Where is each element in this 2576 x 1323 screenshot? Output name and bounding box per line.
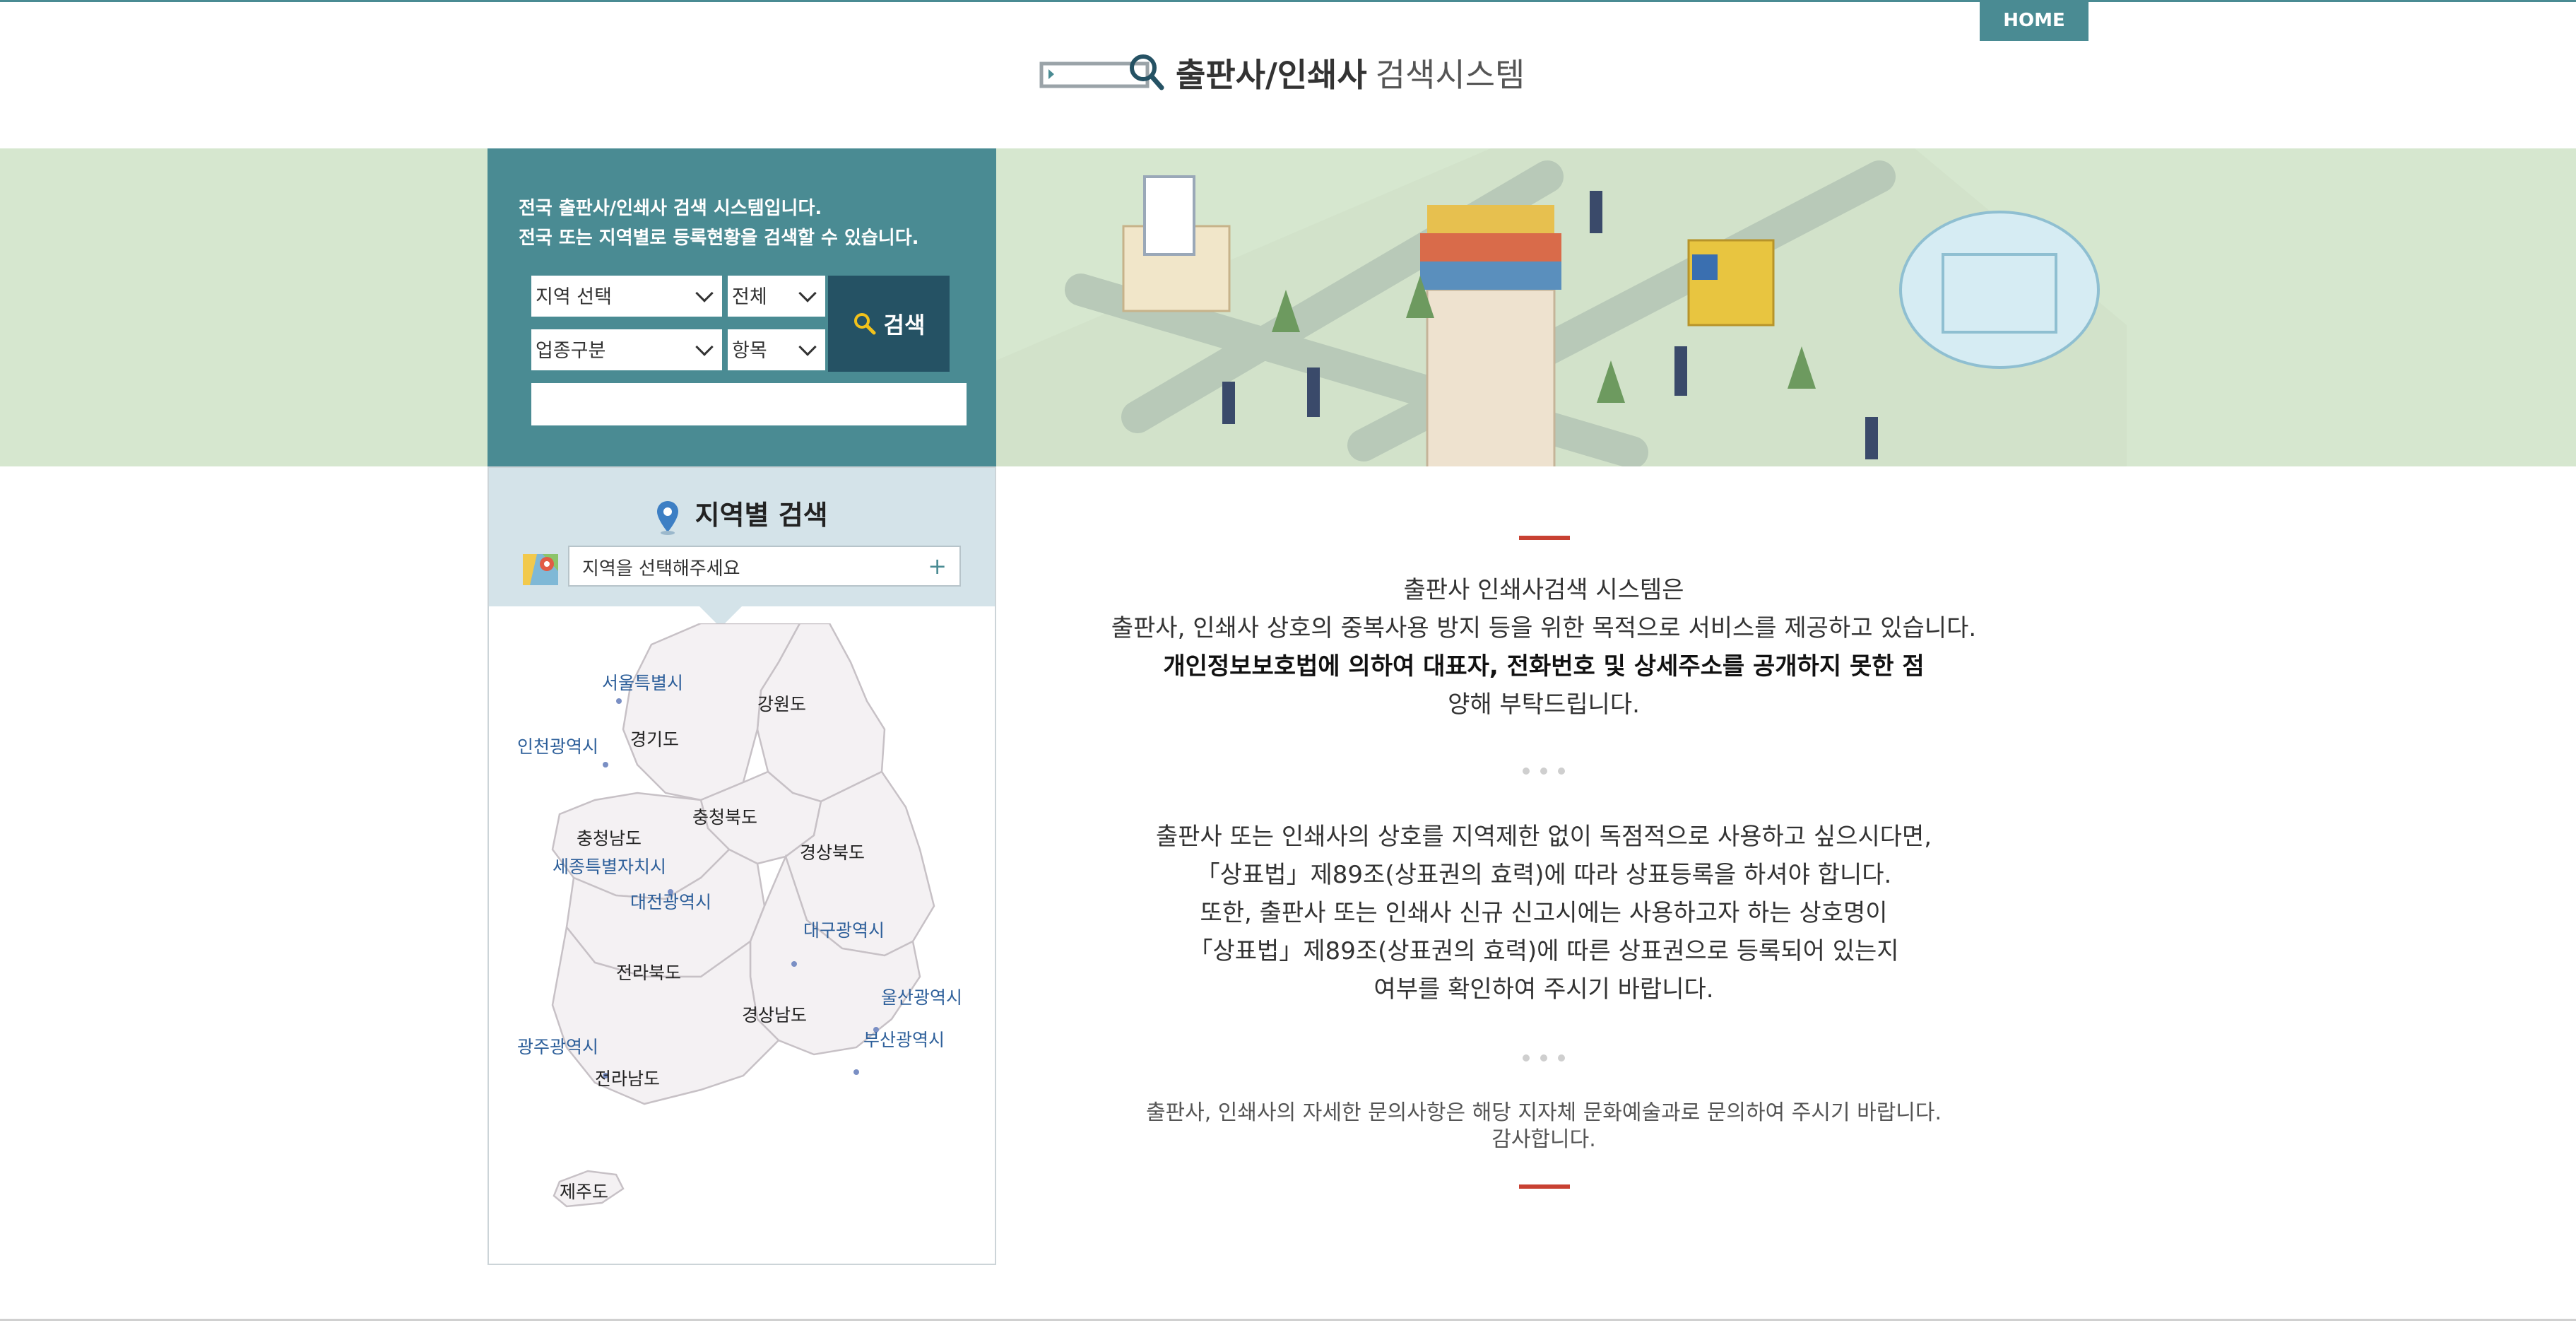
info-p2-line-3: 또한, 출판사 또는 인쇄사 신규 신고시에는 사용하고자 하는 상호명이: [1200, 899, 1888, 927]
search-intro: 전국 출판사/인쇄사 검색 시스템입니다. 전국 또는 지역별로 등록현황을 검…: [519, 194, 919, 253]
map-label-seoul[interactable]: 서울특별시: [602, 673, 683, 693]
hero-illustration: [996, 148, 2127, 466]
scope-select[interactable]: 전체: [728, 276, 825, 317]
field-select-value: 항목: [732, 340, 767, 362]
intro-line-1: 전국 출판사/인쇄사 검색 시스템입니다.: [519, 198, 822, 219]
map-label-jeonbuk[interactable]: 전라북도: [616, 963, 681, 983]
info-paragraph-1: 출판사 인쇄사검색 시스템은 출판사, 인쇄사 상호의 중복사용 방지 등을 위…: [1046, 571, 2042, 724]
map-label-gyeongbuk[interactable]: 경상북도: [800, 842, 865, 863]
info-p1-line-1: 출판사 인쇄사검색 시스템은: [1403, 576, 1684, 604]
site-logo[interactable]: 출판사/인쇄사 검색시스템: [1039, 48, 1525, 98]
field-select[interactable]: 항목: [728, 329, 825, 370]
map-label-incheon[interactable]: 인천광역시: [517, 736, 598, 757]
region-search-header: 지역별 검색 지역을 선택해주세요 +: [489, 468, 995, 606]
footer-border: [0, 1319, 2576, 1321]
top-border: [0, 0, 2576, 2]
korea-provinces: [551, 623, 935, 1208]
map-dot-daegu[interactable]: [791, 961, 797, 967]
korea-map[interactable]: 서울특별시 강원도 인천광역시 경기도 충청북도 충청남도 경상북도 세종특별자…: [489, 623, 995, 1245]
info-p2-line-2: 「상표법」제89조(상표권의 효력)에 따라 상표등록을 하셔야 합니다.: [1195, 861, 1892, 889]
location-pin-icon: [657, 500, 679, 535]
map-label-gwangju[interactable]: 광주광역시: [517, 1037, 598, 1057]
map-label-daejeon[interactable]: 대전광역시: [630, 892, 711, 912]
info-p2-line-5: 여부를 확인하여 주시기 바랍니다.: [1373, 975, 1714, 1004]
info-p1-line-4: 양해 부탁드립니다.: [1448, 690, 1640, 719]
info-p1-line-3: 개인정보보호법에 의하여 대표자, 전화번호 및 상세주소를 공개하지 못한 점: [1163, 652, 1925, 681]
map-icon: [523, 554, 558, 585]
info-p2-line-1: 출판사 또는 인쇄사의 상호를 지역제한 없이 독점적으로 사용하고 싶으시다면…: [1155, 823, 1932, 851]
search-icon: [853, 313, 876, 335]
map-label-chungbuk[interactable]: 충청북도: [692, 807, 757, 828]
region-search-panel: 지역별 검색 지역을 선택해주세요 + 서울특별시 강원도 인천광역시 경기도 …: [488, 466, 996, 1265]
chevron-down-icon: [798, 338, 817, 356]
cloud-shelf: [1899, 211, 2100, 369]
region-search-title: 지역별 검색: [489, 493, 995, 535]
cube: [1687, 239, 1775, 327]
map-label-ulsan[interactable]: 울산광역시: [881, 987, 962, 1008]
map-dot-seoul[interactable]: [616, 698, 622, 704]
chevron-down-icon: [695, 338, 714, 356]
info-p1-line-2: 출판사, 인쇄사 상호의 중복사용 방지 등을 위한 목적으로 서비스를 제공하…: [1111, 614, 1977, 642]
map-label-chungnam[interactable]: 충청남도: [577, 828, 642, 849]
logo-title-strong: 출판사/인쇄사: [1176, 56, 1367, 94]
map-label-sejong[interactable]: 세종특별자치시: [553, 857, 666, 877]
region-search-title-text: 지역별 검색: [695, 500, 828, 531]
map-label-gangwon[interactable]: 강원도: [757, 694, 806, 715]
region-map-select[interactable]: 지역을 선택해주세요 +: [568, 546, 961, 587]
region-map-select-placeholder: 지역을 선택해주세요: [582, 558, 740, 580]
info-p3-line-1: 출판사, 인쇄사의 자세한 문의사항은 해당 지자체 문화예술과로 문의하여 주…: [1145, 1100, 1942, 1125]
intro-line-2: 전국 또는 지역별로 등록현황을 검색할 수 있습니다.: [519, 228, 919, 249]
info-paragraph-3: 출판사, 인쇄사의 자세한 문의사항은 해당 지자체 문화예술과로 문의하여 주…: [1046, 1100, 2042, 1153]
scope-select-value: 전체: [732, 286, 767, 308]
map-label-gyeonggi[interactable]: 경기도: [630, 729, 679, 750]
info-p2-line-4: 「상표법」제89조(상표권의 효력)에 따른 상표권으로 등록되어 있는지: [1188, 937, 1899, 965]
map-label-jeju[interactable]: 제주도: [560, 1182, 608, 1202]
business-type-select-value: 업종구분: [536, 340, 606, 362]
chevron-down-icon: [695, 284, 714, 302]
keyword-input[interactable]: [531, 383, 967, 425]
building: [1420, 205, 1561, 466]
info-paragraph-2: 출판사 또는 인쇄사의 상호를 지역제한 없이 독점적으로 사용하고 싶으시다면…: [1046, 818, 2042, 1009]
region-select-value: 지역 선택: [536, 286, 612, 308]
plus-icon: +: [928, 553, 947, 580]
info-p3-line-2: 감사합니다.: [1491, 1127, 1596, 1152]
map-label-busan[interactable]: 부산광역시: [863, 1030, 945, 1050]
book-stack: [1122, 175, 1231, 312]
map-label-daegu[interactable]: 대구광역시: [803, 920, 885, 941]
map-label-gyeongnam[interactable]: 경상남도: [742, 1005, 807, 1025]
region-select[interactable]: 지역 선택: [531, 276, 722, 317]
dots-divider-1: [1523, 768, 1565, 775]
search-button-label: 검색: [883, 312, 926, 339]
map-label-jeonnam[interactable]: 전라남도: [595, 1069, 660, 1089]
map-dot-busan[interactable]: [853, 1069, 859, 1075]
divider-red-bottom: [1519, 1184, 1570, 1189]
dots-divider-2: [1523, 1054, 1565, 1062]
city-illustration: [996, 148, 2127, 466]
map-dot-incheon[interactable]: [603, 762, 608, 768]
logo-title-light: 검색시스템: [1375, 56, 1525, 94]
search-panel: 전국 출판사/인쇄사 검색 시스템입니다. 전국 또는 지역별로 등록현황을 검…: [488, 148, 996, 466]
home-button[interactable]: HOME: [1980, 0, 2088, 41]
chevron-down-icon: [798, 284, 817, 302]
search-button[interactable]: 검색: [828, 276, 950, 372]
business-type-select[interactable]: 업종구분: [531, 329, 722, 370]
divider-red-top: [1519, 536, 1570, 540]
search-logo-icon: [1039, 54, 1164, 90]
